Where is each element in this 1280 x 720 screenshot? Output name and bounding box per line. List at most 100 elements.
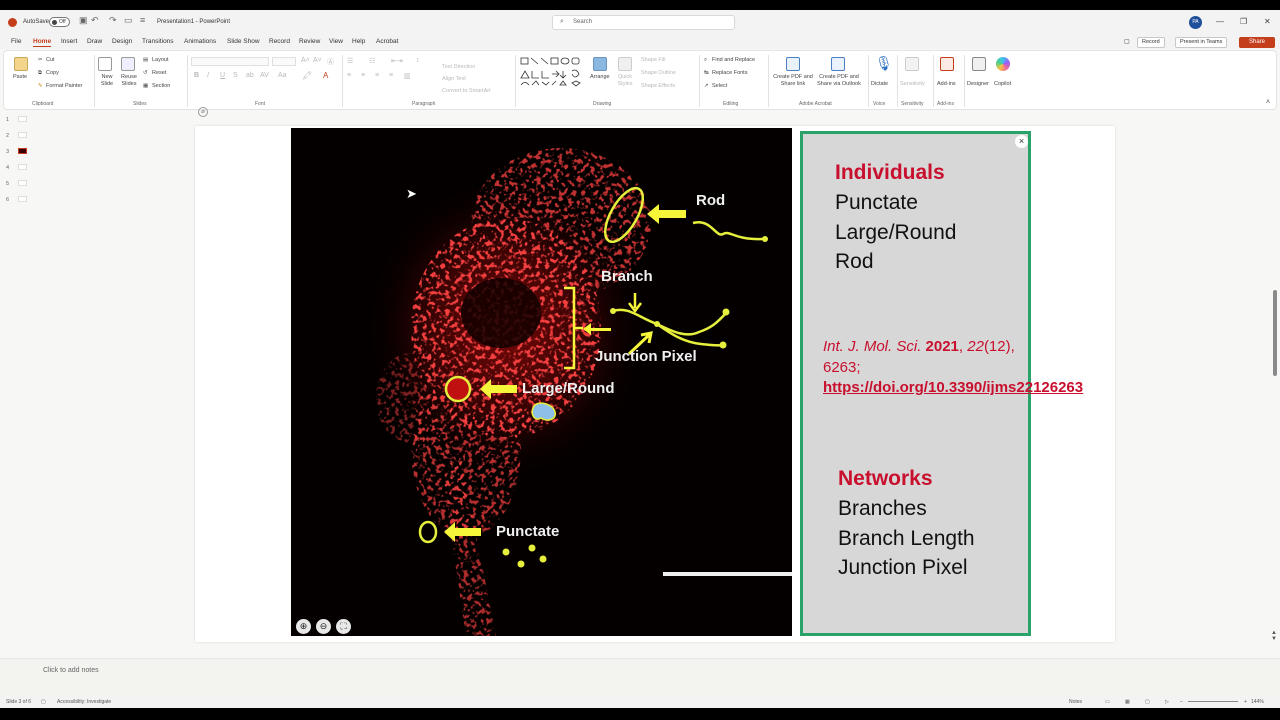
reading-view-icon[interactable]: ▢ <box>1145 699 1150 705</box>
arrange-button[interactable]: Arrange <box>590 74 610 80</box>
sensitivity-icon[interactable] <box>905 57 919 71</box>
new-slide-button[interactable]: New Slide <box>96 74 118 88</box>
increase-font-icon[interactable]: A˄ <box>301 57 310 64</box>
tab-view[interactable]: View <box>329 38 343 45</box>
designer-icon[interactable] <box>972 57 986 71</box>
section-icon[interactable]: ▦ <box>143 83 148 89</box>
designer-idea-icon[interactable]: ⌀ <box>198 107 208 117</box>
tab-file[interactable]: File <box>11 38 21 45</box>
columns-icon[interactable]: ▥ <box>404 72 411 80</box>
replace-fonts-button[interactable]: Replace Fonts <box>712 70 747 76</box>
notes-pane[interactable]: Click to add notes <box>0 658 1280 696</box>
paste-button[interactable]: Paste <box>13 74 27 80</box>
spelling-icon[interactable]: ▢ <box>41 699 46 705</box>
cut-icon[interactable]: ✂ <box>38 57 43 63</box>
quick-styles-button[interactable]: Quick Styles <box>616 74 634 88</box>
undo-icon[interactable]: ↶ <box>91 15 99 26</box>
scroll-arrows-icon[interactable]: ▲ ▼ <box>1271 630 1277 642</box>
tab-acrobat[interactable]: Acrobat <box>376 38 398 45</box>
microphone-icon[interactable]: 🎙 <box>875 55 893 72</box>
paste-icon[interactable] <box>14 57 28 71</box>
shapes-gallery[interactable] <box>519 56 589 88</box>
tab-draw[interactable]: Draw <box>87 38 102 45</box>
accessibility-status[interactable]: Accessibility: Investigate <box>57 699 111 705</box>
microscopy-image[interactable]: Rod Branch Junction Pixel Large/Round Pu… <box>291 128 792 636</box>
font-family-select[interactable] <box>191 57 269 66</box>
tab-review[interactable]: Review <box>299 38 320 45</box>
layout-button[interactable]: Layout <box>152 57 169 63</box>
underline-button[interactable]: U <box>220 72 225 79</box>
find-replace-button[interactable]: Find and Replace <box>712 57 755 63</box>
pdf-outlook-button[interactable]: Create PDF and Share via Outlook <box>814 74 864 88</box>
tab-insert[interactable]: Insert <box>61 38 77 45</box>
numbering-icon[interactable]: ☷ <box>369 57 375 65</box>
dictate-button[interactable]: Dictate <box>871 81 888 87</box>
present-icon[interactable]: ▭ <box>124 15 133 26</box>
tab-record[interactable]: Record <box>269 38 290 45</box>
font-size-select[interactable] <box>272 57 296 66</box>
vertical-scrollbar[interactable] <box>1273 290 1277 376</box>
comments-icon[interactable]: ▢ <box>1124 38 1130 45</box>
zoom-out-status-icon[interactable]: – <box>1180 699 1183 705</box>
shape-outline-button[interactable]: Shape Outline <box>641 70 676 76</box>
pdf-share-link-button[interactable]: Create PDF and Share link <box>772 74 814 88</box>
align-center-icon[interactable]: ≡ <box>361 72 365 79</box>
reset-button[interactable]: Reset <box>152 70 166 76</box>
fit-to-frame-icon[interactable]: ⛶ <box>336 619 351 634</box>
close-window-icon[interactable]: ✕ <box>1264 17 1271 26</box>
save-icon[interactable]: ▣ <box>79 15 88 26</box>
zoom-in-status-icon[interactable]: + <box>1244 699 1247 705</box>
avatar[interactable]: PA <box>1189 16 1202 29</box>
layout-icon[interactable]: ▤ <box>143 57 148 63</box>
select-button[interactable]: Select <box>712 83 727 89</box>
highlight-icon[interactable]: 🖍 <box>302 71 312 80</box>
notes-toggle[interactable]: Notes <box>1069 699 1082 705</box>
slideshow-view-icon[interactable]: ▷ <box>1165 699 1169 705</box>
format-painter-icon[interactable]: ✎ <box>38 83 43 89</box>
customize-toolbar-icon[interactable]: ≡ <box>140 15 145 25</box>
decrease-font-icon[interactable]: A˅ <box>313 57 322 64</box>
collapse-ribbon-icon[interactable]: ˄ <box>1266 99 1270 106</box>
quick-styles-icon[interactable] <box>618 57 632 71</box>
arrange-icon[interactable] <box>593 57 607 71</box>
add-ins-button[interactable]: Add-ins <box>937 81 956 87</box>
bold-button[interactable]: B <box>194 72 199 79</box>
align-text-button[interactable]: Align Text <box>442 76 466 82</box>
info-panel[interactable]: × Individuals Punctate Large/Round Rod I… <box>800 131 1083 636</box>
change-case-icon[interactable]: Aa <box>278 72 287 79</box>
text-direction-button[interactable]: Text Direction <box>442 64 475 70</box>
replace-fonts-icon[interactable]: ↹ <box>704 70 709 76</box>
add-ins-icon[interactable] <box>940 57 954 71</box>
indent-icon[interactable]: ⇤⇥ <box>391 57 403 65</box>
thumbnail-5[interactable]: 5 <box>6 180 27 187</box>
zoom-level[interactable]: 144% <box>1251 699 1264 705</box>
record-button[interactable]: Record <box>1137 37 1165 48</box>
shape-fill-button[interactable]: Shape Fill <box>641 57 665 63</box>
thumbnail-2[interactable]: 2 <box>6 132 27 139</box>
shadow-button[interactable]: S <box>233 72 238 79</box>
copy-icon[interactable]: ⧉ <box>38 70 42 77</box>
shape-effects-button[interactable]: Shape Effects <box>641 83 675 89</box>
char-spacing-icon[interactable]: AV <box>260 72 269 79</box>
zoom-in-icon[interactable]: ⊕ <box>296 619 311 634</box>
thumbnail-3[interactable]: 3 <box>6 148 27 155</box>
strikethrough-icon[interactable]: ab <box>246 72 254 79</box>
thumbnail-1[interactable]: 1 <box>6 116 27 123</box>
align-left-icon[interactable]: ≡ <box>347 72 351 79</box>
tab-transitions[interactable]: Transitions <box>142 38 174 45</box>
section-button[interactable]: Section <box>152 83 170 89</box>
tab-design[interactable]: Design <box>112 38 132 45</box>
line-spacing-icon[interactable]: ↕ <box>416 57 420 64</box>
designer-button[interactable]: Designer <box>967 81 989 87</box>
copilot-button[interactable]: Copilot <box>994 81 1011 87</box>
reuse-slides-icon[interactable] <box>121 57 135 71</box>
find-icon[interactable]: ⌕ <box>704 57 707 64</box>
reuse-slides-button[interactable]: Reuse Slides <box>119 74 139 88</box>
tab-slide-show[interactable]: Slide Show <box>227 38 260 45</box>
pdf-share-icon[interactable] <box>786 57 800 71</box>
doi-link[interactable]: https://doi.org/10.3390/ijms22126263 <box>823 379 1083 396</box>
search-input[interactable]: ⌕ Search <box>552 15 735 30</box>
tab-home[interactable]: Home <box>33 38 52 47</box>
copy-button[interactable]: Copy <box>46 70 59 76</box>
restore-icon[interactable]: ❐ <box>1240 17 1247 26</box>
